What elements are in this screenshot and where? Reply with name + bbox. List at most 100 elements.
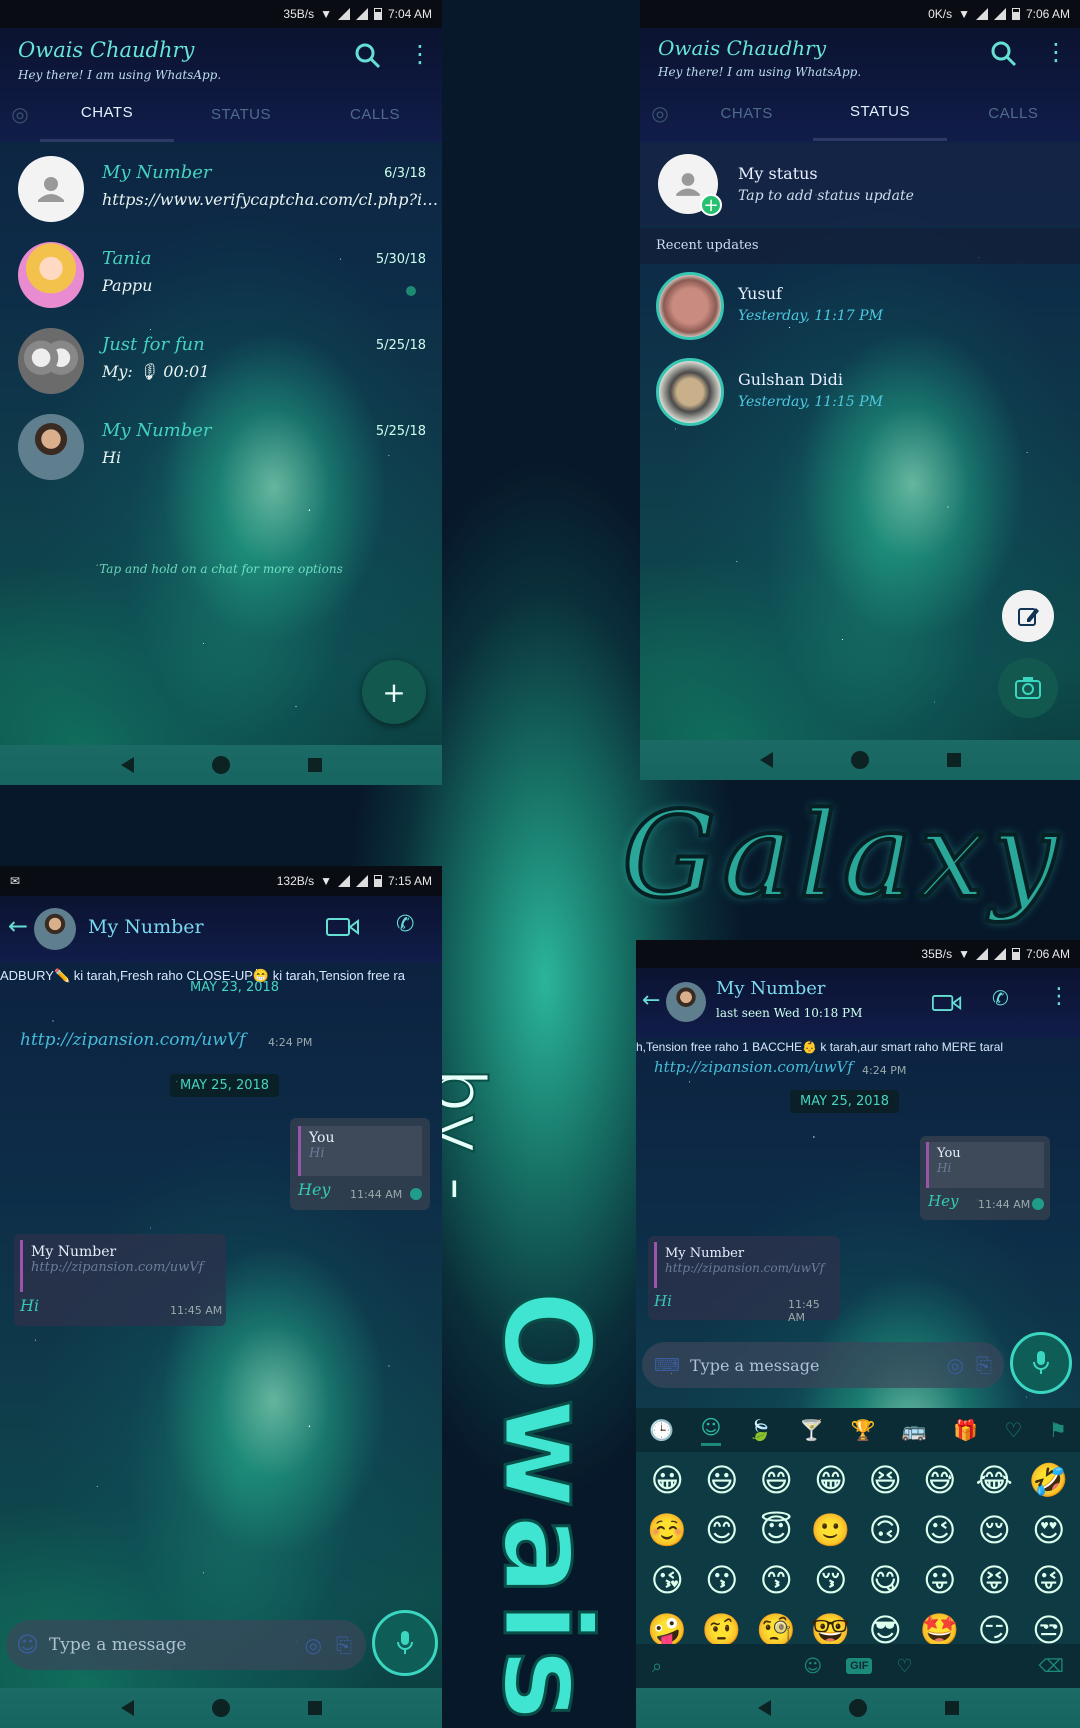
contact-name[interactable]: My Number: [716, 978, 826, 999]
back-icon[interactable]: [120, 1700, 134, 1716]
camera-icon[interactable]: ◎: [947, 1353, 964, 1377]
contact-avatar[interactable]: [34, 908, 76, 950]
attach-icon[interactable]: ⎘: [976, 1353, 992, 1377]
new-chat-button[interactable]: +: [362, 660, 426, 724]
emoji-key[interactable]: 😘: [640, 1560, 695, 1600]
back-icon[interactable]: [120, 757, 134, 773]
outgoing-message[interactable]: You Hi Hey 11:44 AM: [920, 1136, 1050, 1220]
backspace-icon[interactable]: ⌫: [1039, 1656, 1064, 1677]
home-icon[interactable]: [211, 756, 230, 774]
search-icon[interactable]: ⌕: [652, 1656, 662, 1677]
status-update-row[interactable]: Yusuf Yesterday, 11:17 PM: [640, 266, 1080, 350]
quoted-message[interactable]: My Number http://zipansion.com/uwVf: [654, 1242, 834, 1288]
tab-chats[interactable]: CHATS: [680, 105, 813, 122]
mic-button[interactable]: [372, 1610, 438, 1676]
emoji-key[interactable]: 😊: [695, 1510, 750, 1550]
video-call-icon[interactable]: [326, 916, 360, 943]
emoji-tab-icon[interactable]: ☺: [803, 1656, 822, 1677]
chat-row[interactable]: Tania Pappu 5/30/18: [0, 230, 442, 316]
phone-call-icon[interactable]: ✆: [992, 988, 1009, 1008]
phone-call-icon[interactable]: ✆: [396, 914, 414, 936]
chat-row[interactable]: My Number Hi 5/25/18: [0, 402, 442, 488]
incoming-message[interactable]: My Number http://zipansion.com/uwVf Hi 1…: [648, 1236, 840, 1324]
tab-chats[interactable]: CHATS: [40, 86, 174, 142]
more-options-icon[interactable]: ⋮: [1048, 986, 1070, 1008]
emoji-key[interactable]: 😛: [913, 1560, 968, 1600]
message-link[interactable]: http://zipansion.com/uwVf: [654, 1058, 853, 1076]
emoji-key[interactable]: 😅: [913, 1460, 968, 1500]
recents-icon[interactable]: [307, 758, 322, 772]
camera-icon[interactable]: ◎: [305, 1633, 322, 1657]
emoji-icon[interactable]: ☺: [16, 1633, 39, 1658]
recent-emoji-icon[interactable]: 🕒: [649, 1418, 674, 1442]
tab-calls[interactable]: CALLS: [947, 105, 1080, 122]
activity-emoji-icon[interactable]: 🏆: [850, 1418, 875, 1442]
emoji-key[interactable]: 😙: [749, 1560, 804, 1600]
recents-icon[interactable]: [307, 1701, 322, 1715]
quoted-message[interactable]: My Number http://zipansion.com/uwVf: [20, 1240, 220, 1292]
emoji-key[interactable]: 😉: [913, 1510, 968, 1550]
nature-emoji-icon[interactable]: 🍃: [748, 1418, 773, 1442]
contact-name[interactable]: My Number: [88, 916, 204, 938]
edit-status-button[interactable]: [1002, 590, 1054, 642]
mic-button[interactable]: [1010, 1332, 1072, 1394]
tab-calls[interactable]: CALLS: [308, 106, 442, 123]
search-icon[interactable]: [354, 42, 382, 75]
incoming-message[interactable]: My Number http://zipansion.com/uwVf Hi 1…: [14, 1234, 226, 1326]
objects-emoji-icon[interactable]: 🎁: [953, 1418, 978, 1442]
status-update-row[interactable]: Gulshan Didi Yesterday, 11:15 PM: [640, 352, 1080, 436]
message-input[interactable]: Type a message: [49, 1635, 187, 1655]
message-link[interactable]: http://zipansion.com/uwVf: [20, 1030, 245, 1050]
search-icon[interactable]: [990, 40, 1018, 73]
emoji-key[interactable]: 😄: [749, 1460, 804, 1500]
gif-tab[interactable]: GIF: [846, 1658, 873, 1674]
my-status-row[interactable]: + My status Tap to add status update: [640, 142, 1080, 226]
back-icon[interactable]: [757, 1700, 771, 1716]
chat-row[interactable]: My Number https://www.verifycaptcha.com/…: [0, 144, 442, 230]
emoji-key[interactable]: 😇: [749, 1510, 804, 1550]
emoji-key[interactable]: 😂: [967, 1460, 1022, 1500]
emoji-key[interactable]: 😚: [804, 1560, 859, 1600]
emoji-key[interactable]: 🙃: [858, 1510, 913, 1550]
recents-icon[interactable]: [944, 1701, 959, 1715]
travel-emoji-icon[interactable]: 🚌: [902, 1418, 927, 1442]
emoji-key[interactable]: ☺️: [640, 1510, 695, 1550]
emoji-key[interactable]: 😁: [804, 1460, 859, 1500]
message-input-bar[interactable]: ☺ Type a message ◎ ⎘: [6, 1620, 366, 1670]
back-arrow-icon[interactable]: ←: [8, 914, 28, 938]
attach-icon[interactable]: ⎘: [336, 1633, 352, 1657]
video-call-icon[interactable]: [932, 992, 962, 1018]
back-arrow-icon[interactable]: ←: [642, 990, 660, 1012]
emoji-key[interactable]: 😆: [858, 1460, 913, 1500]
add-status-icon[interactable]: +: [700, 194, 722, 216]
message-input[interactable]: Type a message: [690, 1356, 819, 1375]
camera-tab-icon[interactable]: ◎: [0, 102, 40, 126]
more-options-icon[interactable]: ⋮: [1044, 40, 1068, 64]
more-options-icon[interactable]: ⋮: [408, 42, 432, 66]
quoted-message[interactable]: You Hi: [926, 1142, 1044, 1188]
outgoing-message[interactable]: You Hi Hey 11:44 AM: [290, 1118, 430, 1210]
tab-status[interactable]: STATUS: [813, 85, 947, 141]
emoji-key[interactable]: 😝: [967, 1560, 1022, 1600]
sticker-tab-icon[interactable]: ♡: [896, 1656, 912, 1677]
contact-avatar[interactable]: [666, 982, 706, 1022]
food-emoji-icon[interactable]: 🍸: [799, 1418, 824, 1442]
emoji-key[interactable]: 🙂: [804, 1510, 859, 1550]
camera-status-button[interactable]: [998, 658, 1058, 718]
emoji-key[interactable]: 😍: [1022, 1510, 1077, 1550]
home-icon[interactable]: [850, 751, 869, 769]
tab-status[interactable]: STATUS: [174, 106, 308, 123]
emoji-key[interactable]: 😃: [695, 1460, 750, 1500]
home-icon[interactable]: [211, 1699, 230, 1717]
emoji-key[interactable]: 😜: [1022, 1560, 1077, 1600]
home-icon[interactable]: [848, 1699, 867, 1717]
message-input-bar[interactable]: ⌨ Type a message ◎ ⎘: [642, 1342, 1004, 1388]
recents-icon[interactable]: [946, 753, 961, 767]
flags-emoji-icon[interactable]: ⚑: [1049, 1418, 1067, 1442]
symbols-emoji-icon[interactable]: ♡: [1004, 1418, 1022, 1442]
emoji-key[interactable]: 😋: [858, 1560, 913, 1600]
quoted-message[interactable]: You Hi: [298, 1126, 422, 1176]
back-icon[interactable]: [759, 752, 773, 768]
emoji-key[interactable]: 😀: [640, 1460, 695, 1500]
keyboard-icon[interactable]: ⌨: [654, 1355, 680, 1376]
